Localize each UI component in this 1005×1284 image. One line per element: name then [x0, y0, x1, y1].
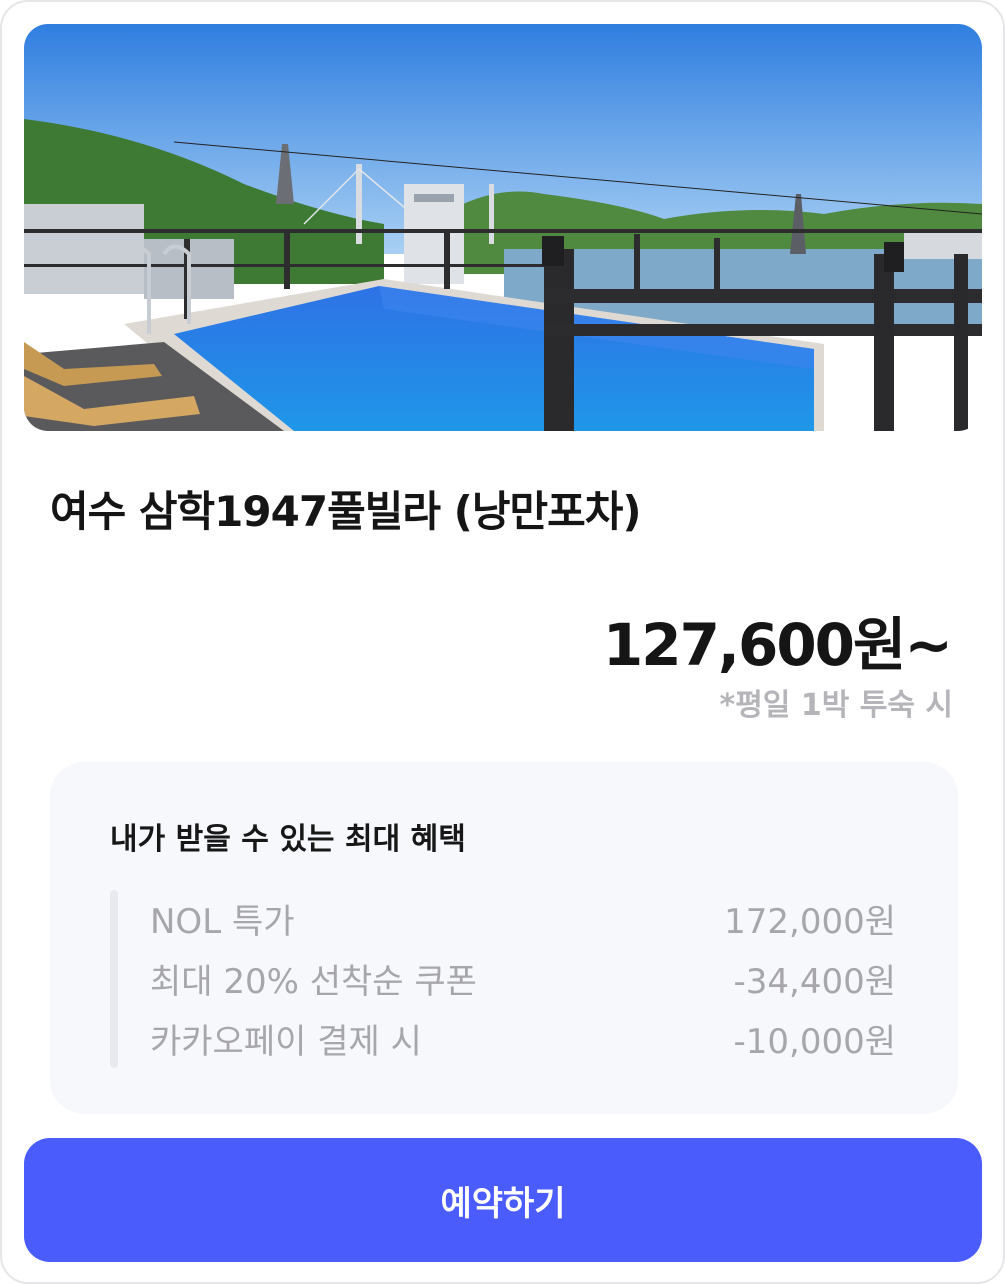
listing-title: 여수 삼학1947풀빌라 (낭만포차) — [50, 487, 642, 536]
accommodation-card: 여수 삼학1947풀빌라 (낭만포차) 127,600원~ *평일 1박 투숙 … — [0, 0, 1005, 1284]
benefit-row-coupon: 최대 20% 선착순 쿠폰 -34,400원 — [150, 954, 896, 1002]
benefit-label: 카카오페이 결제 시 — [150, 1022, 422, 1062]
benefit-row-kakaopay: 카카오페이 결제 시 -10,000원 — [150, 1014, 896, 1062]
benefit-divider — [110, 890, 118, 1068]
price-note: *평일 1박 투숙 시 — [719, 688, 954, 723]
benefit-title: 내가 받을 수 있는 최대 혜택 — [110, 822, 466, 857]
benefit-row-nol-deal: NOL 특가 172,000원 — [150, 894, 896, 942]
listing-photo[interactable] — [24, 24, 982, 431]
rooftop-pool-image — [24, 24, 982, 431]
book-button[interactable]: 예약하기 — [24, 1138, 982, 1262]
benefit-amount: -34,400원 — [733, 962, 896, 1002]
benefit-amount: -10,000원 — [733, 1022, 896, 1062]
max-benefit-panel: 내가 받을 수 있는 최대 혜택 NOL 특가 172,000원 최대 20% … — [50, 762, 958, 1114]
benefit-label: NOL 특가 — [150, 902, 295, 942]
benefit-amount: 172,000원 — [724, 902, 896, 942]
listing-price: 127,600원~ — [602, 611, 953, 679]
benefit-label: 최대 20% 선착순 쿠폰 — [150, 962, 477, 1002]
